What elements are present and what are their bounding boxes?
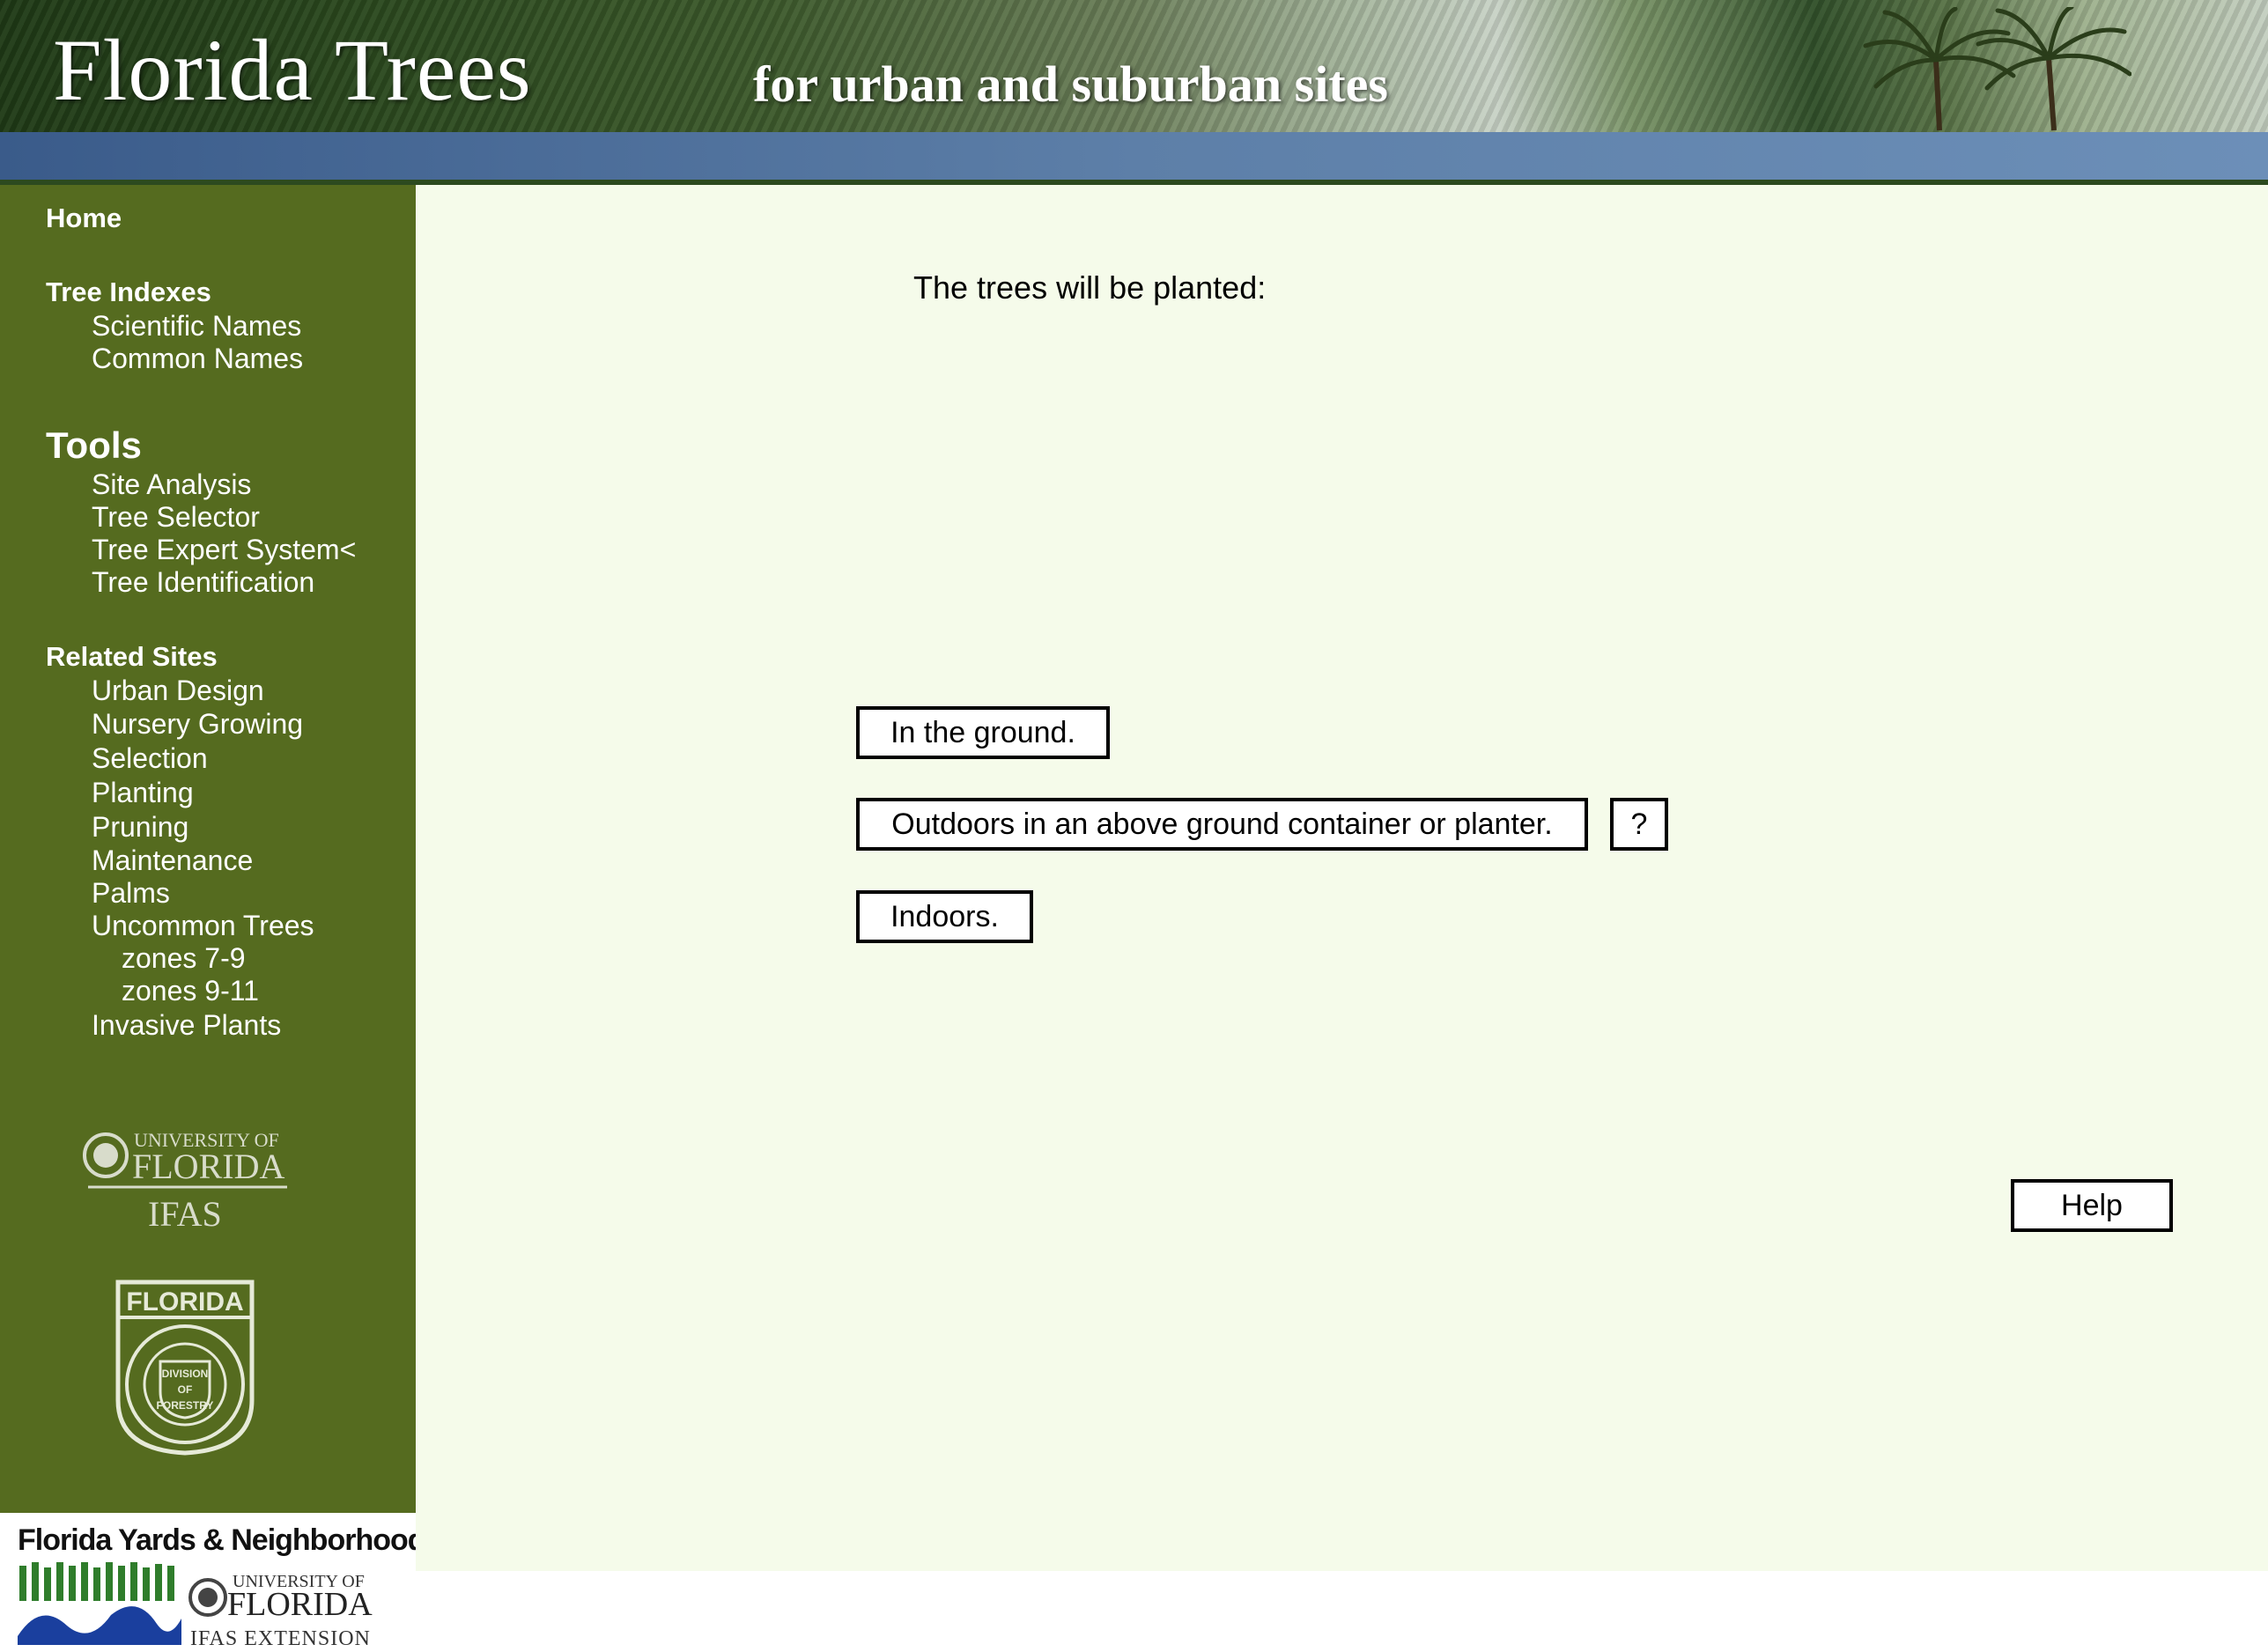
svg-text:FLORIDA: FLORIDA: [126, 1287, 243, 1316]
nav-item-selection[interactable]: Selection: [92, 742, 208, 775]
nav-home[interactable]: Home: [46, 203, 122, 234]
nav-item-tree-identification[interactable]: Tree Identification: [92, 566, 314, 599]
svg-text:IFAS: IFAS: [148, 1194, 222, 1234]
nav-item-nursery-growing[interactable]: Nursery Growing: [92, 708, 303, 741]
nav-item-scientific-names[interactable]: Scientific Names: [92, 310, 301, 343]
svg-text:Florida Yards & Neighborhoods: Florida Yards & Neighborhoods: [18, 1523, 417, 1557]
nav-subitem-zones-9-11[interactable]: zones 9-11: [122, 975, 259, 1007]
nav-item-common-names[interactable]: Common Names: [92, 343, 303, 375]
nav-subitem-zones-7-9[interactable]: zones 7-9: [122, 942, 246, 975]
florida-yards-neighborhoods-logo[interactable]: Florida Yards & Neighborhoods UNIVERSITY…: [5, 1513, 417, 1652]
main-content: [416, 185, 2268, 1571]
nav-item-palms[interactable]: Palms: [92, 877, 170, 910]
nav-heading-tree-indexes: Tree Indexes: [46, 277, 211, 307]
palm-tree-icon: [1976, 7, 2131, 131]
nav-heading-related-sites: Related Sites: [46, 641, 218, 672]
site-banner: Florida Trees for urban and suburban sit…: [0, 0, 2268, 132]
nav-item-tree-selector[interactable]: Tree Selector: [92, 501, 260, 534]
site-title: Florida Trees: [53, 21, 532, 119]
nav-item-pruning[interactable]: Pruning: [92, 811, 188, 844]
division-of-forestry-badge[interactable]: FLORIDA DIVISION OF FORESTRY: [113, 1277, 257, 1457]
sidebar: Home Tree Indexes Scientific Names Commo…: [0, 185, 416, 1513]
info-button[interactable]: ?: [1610, 798, 1668, 851]
option-outdoor-container-button[interactable]: Outdoors in an above ground container or…: [856, 798, 1588, 851]
uf-ifas-logo[interactable]: UNIVERSITY OF FLORIDA IFAS: [81, 1125, 292, 1249]
nav-item-site-analysis[interactable]: Site Analysis: [92, 468, 251, 501]
svg-text:FLORIDA: FLORIDA: [227, 1586, 373, 1623]
svg-text:DIVISION: DIVISION: [162, 1368, 209, 1380]
nav-heading-tools: Tools: [46, 424, 142, 466]
banner-stripe: [0, 132, 2268, 180]
svg-text:FLORIDA: FLORIDA: [132, 1147, 284, 1186]
nav-item-invasive-plants[interactable]: Invasive Plants: [92, 1009, 281, 1042]
option-in-the-ground-button[interactable]: In the ground.: [856, 706, 1110, 759]
help-button[interactable]: Help: [2011, 1179, 2173, 1232]
nav-item-maintenance[interactable]: Maintenance: [92, 844, 253, 877]
site-subtitle: for urban and suburban sites: [753, 55, 1388, 113]
option-indoors-button[interactable]: Indoors.: [856, 890, 1033, 943]
nav-item-uncommon-trees[interactable]: Uncommon Trees: [92, 910, 314, 942]
nav-item-urban-design[interactable]: Urban Design: [92, 675, 264, 707]
svg-text:IFAS EXTENSION: IFAS EXTENSION: [190, 1627, 371, 1650]
svg-text:OF: OF: [178, 1383, 193, 1396]
nav-item-tree-expert-system[interactable]: Tree Expert System<: [92, 534, 356, 566]
nav-item-planting[interactable]: Planting: [92, 777, 194, 809]
svg-text:FORESTRY: FORESTRY: [157, 1399, 214, 1412]
question-text: The trees will be planted:: [913, 269, 1267, 306]
